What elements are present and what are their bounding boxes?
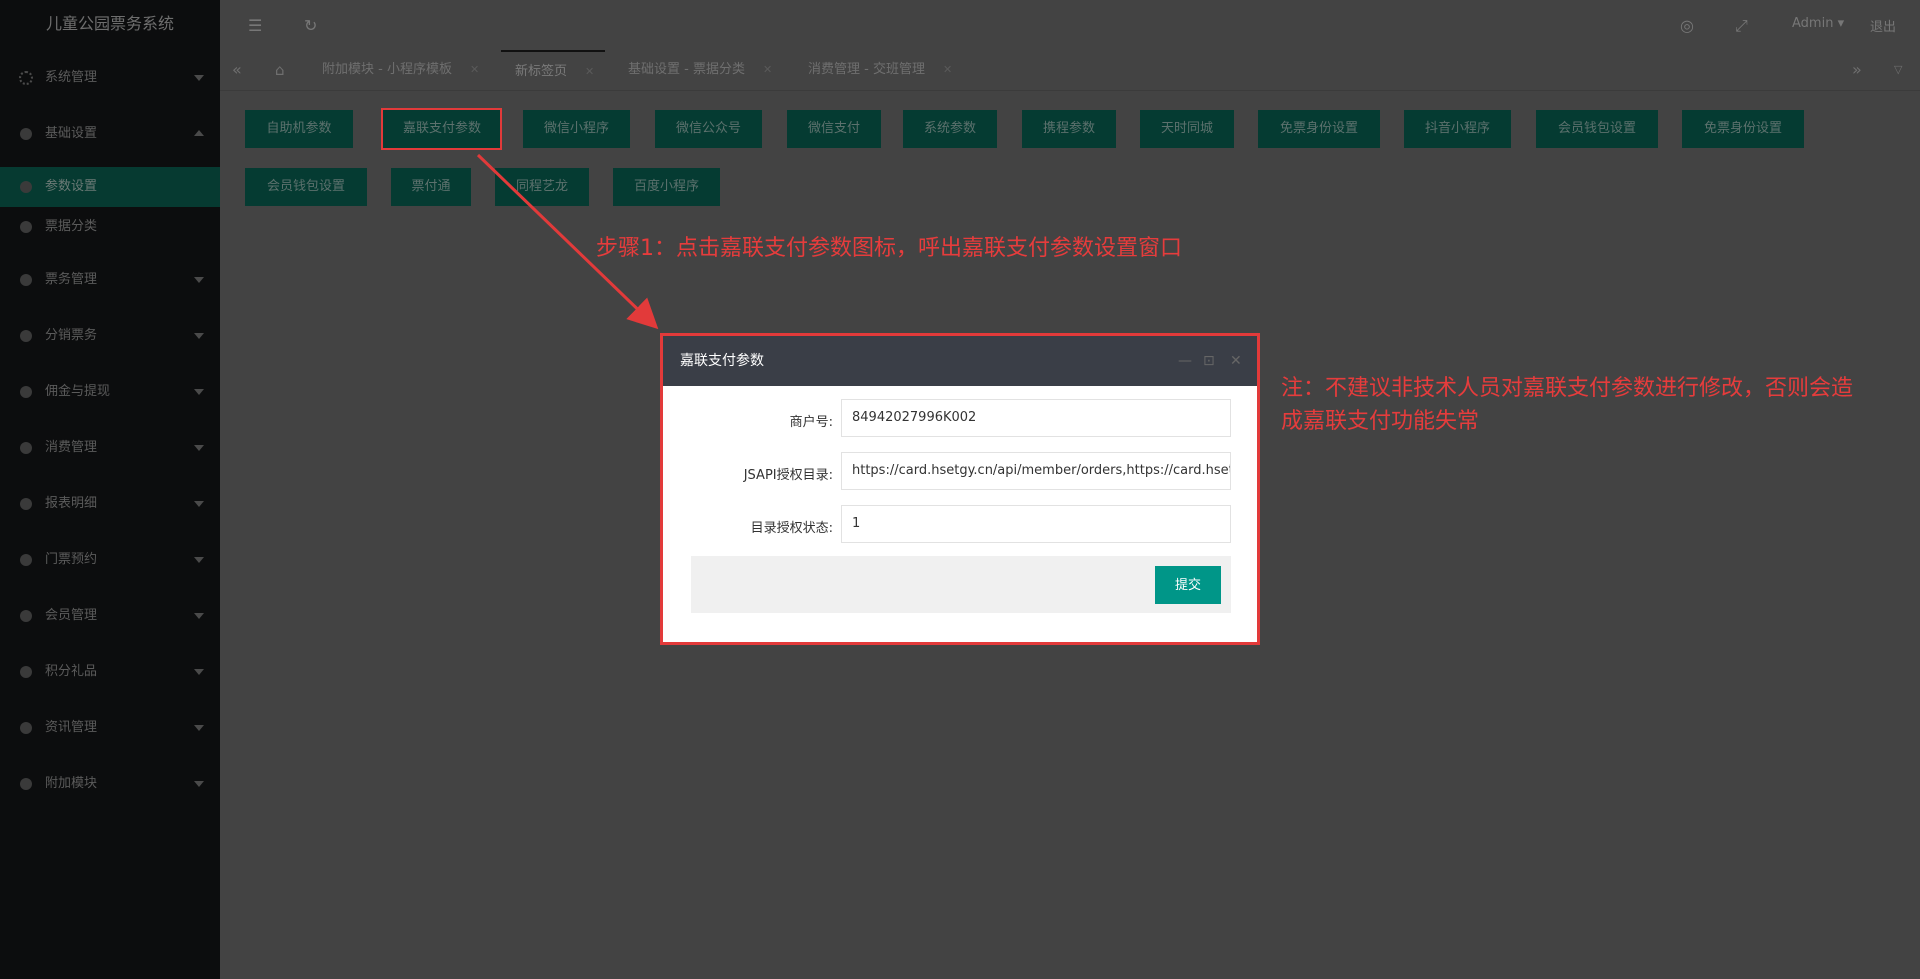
dialog-title: 嘉联支付参数	[680, 353, 764, 369]
merchant-id-label: 商户号:	[789, 415, 833, 430]
merchant-id-input[interactable]: 84942027996K002	[841, 399, 1231, 437]
form-row-jsapi: JSAPI授权目录: https://card.hsetgy.cn/api/me…	[663, 452, 1263, 492]
step1-annotation: 步骤1：点击嘉联支付参数图标，呼出嘉联支付参数设置窗口	[596, 236, 1182, 261]
dialog-footer: 提交	[691, 556, 1231, 613]
maximize-icon[interactable]: ⊡	[1203, 336, 1215, 386]
auth-status-input[interactable]: 1	[841, 505, 1231, 543]
jsapi-dir-input[interactable]: https://card.hsetgy.cn/api/member/orders…	[841, 452, 1231, 490]
jsapi-dir-label: JSAPI授权目录:	[743, 468, 833, 483]
form-row-merchant: 商户号: 84942027996K002	[663, 399, 1263, 439]
close-icon[interactable]: ✕	[1230, 336, 1242, 386]
note-annotation-line2: 成嘉联支付功能失常	[1281, 409, 1480, 434]
form-row-auth-status: 目录授权状态: 1	[663, 505, 1263, 545]
minimize-icon[interactable]: —	[1178, 336, 1192, 386]
note-annotation-line1: 注：不建议非技术人员对嘉联支付参数进行修改，否则会造	[1281, 376, 1854, 401]
submit-button[interactable]: 提交	[1155, 566, 1221, 604]
auth-status-label: 目录授权状态:	[750, 521, 833, 536]
dialog-header: 嘉联支付参数 — ⊡ ✕	[663, 336, 1257, 386]
jialian-pay-dialog: 嘉联支付参数 — ⊡ ✕ 商户号: 84942027996K002 JSAPI授…	[660, 333, 1260, 645]
